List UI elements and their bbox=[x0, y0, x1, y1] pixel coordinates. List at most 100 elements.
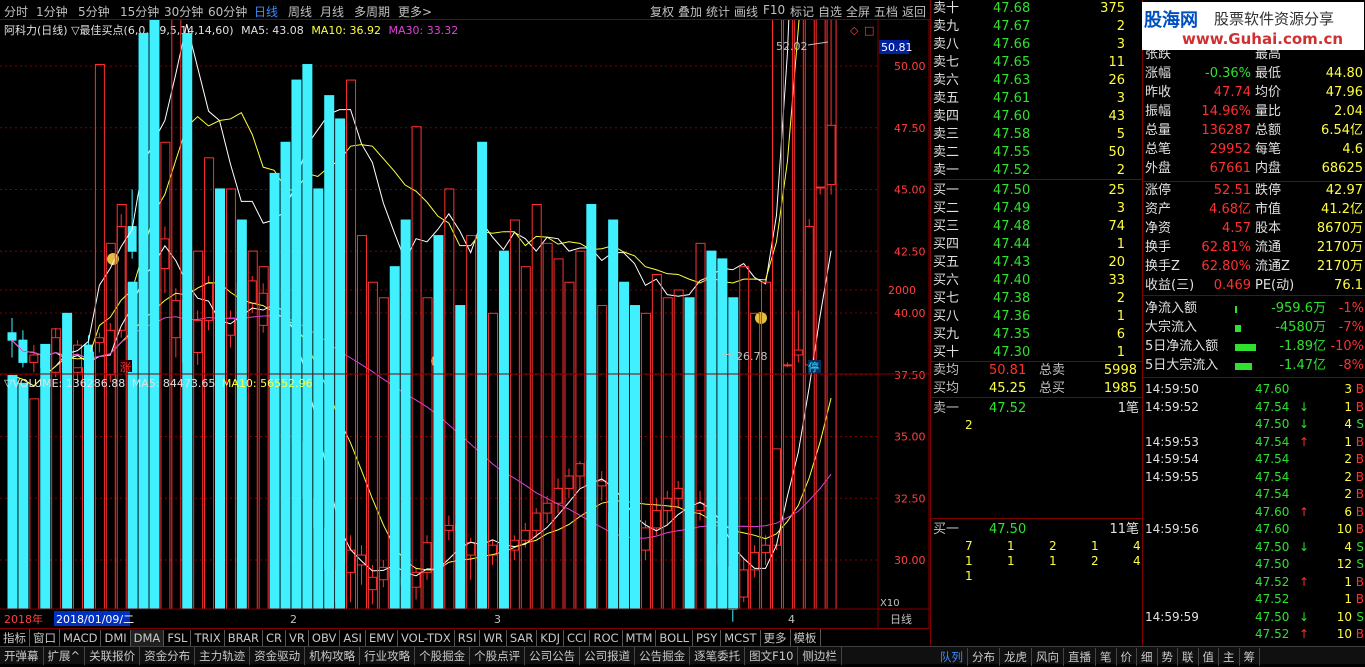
tool-fullscreen[interactable]: 全屏 bbox=[846, 3, 870, 20]
tool-overlay[interactable]: 叠加 bbox=[678, 3, 702, 20]
side-tab-6[interactable]: 价 bbox=[1117, 648, 1137, 666]
candle-body bbox=[171, 300, 181, 339]
side-tab-11[interactable]: 主 bbox=[1219, 648, 1240, 666]
period-60min[interactable]: 60分钟 bbox=[208, 3, 247, 20]
bid1-queue: 买一 47.50 11笔 71214111241 bbox=[931, 518, 1143, 646]
indicator-18[interactable]: CCI bbox=[564, 630, 591, 646]
side-tab-7[interactable]: 细 bbox=[1137, 648, 1158, 666]
tool-draw[interactable]: 画线 bbox=[734, 3, 758, 20]
tick-side-13: S bbox=[1356, 609, 1364, 624]
bid1-order: 1 bbox=[965, 554, 973, 568]
bottom-tab-13[interactable]: 逐笔委托 bbox=[690, 647, 746, 665]
indicator-19[interactable]: ROC bbox=[590, 630, 623, 646]
indicator-23[interactable]: MCST bbox=[721, 630, 761, 646]
bottom-tab-14[interactable]: 图文F10 bbox=[745, 647, 799, 665]
bottom-tab-8[interactable]: 个股掘金 bbox=[415, 647, 471, 665]
candle-body bbox=[531, 512, 541, 531]
indicator-17[interactable]: KDJ bbox=[537, 630, 565, 646]
asks-vol-5: 3 bbox=[1116, 91, 1125, 106]
indicator-20[interactable]: MTM bbox=[623, 630, 657, 646]
indicator-21[interactable]: BOLL bbox=[656, 630, 693, 646]
bottom-tab-15[interactable]: 侧边栏 bbox=[798, 647, 842, 665]
bottom-tab-9[interactable]: 个股点评 bbox=[470, 647, 526, 665]
bottom-tab-10[interactable]: 公司公告 bbox=[525, 647, 581, 665]
side-tab-9[interactable]: 联 bbox=[1178, 648, 1199, 666]
indicator-12[interactable]: EMV bbox=[366, 630, 398, 646]
tool-mark[interactable]: 标记 bbox=[790, 3, 814, 20]
side-tab-1[interactable]: 分布 bbox=[968, 648, 1000, 666]
side-tab-0[interactable]: 队列 bbox=[936, 648, 968, 666]
indicator-7[interactable]: BRAR bbox=[225, 630, 264, 646]
bottom-tab-12[interactable]: 公告掘金 bbox=[635, 647, 691, 665]
indicator-0[interactable]: 指标 bbox=[0, 629, 30, 647]
indicator-22[interactable]: PSY bbox=[693, 630, 722, 646]
tool-stats[interactable]: 统计 bbox=[706, 3, 730, 20]
tick-price-1: 47.54 bbox=[1255, 399, 1290, 414]
price-tick: 47.50 bbox=[894, 122, 926, 135]
indicator-25[interactable]: 模板 bbox=[791, 629, 821, 647]
bottom-tab-1[interactable]: 扩展^ bbox=[44, 647, 86, 665]
tool-watchlist[interactable]: 自选 bbox=[818, 3, 842, 20]
tool-five-levels[interactable]: 五档 bbox=[874, 3, 898, 20]
tool-f10[interactable]: F10 bbox=[763, 3, 785, 17]
indicator-15[interactable]: WR bbox=[480, 630, 507, 646]
tick-arrow-14: ↑ bbox=[1299, 627, 1310, 641]
kline-chart[interactable]: 50.00 47.50 45.00 42.50 40.00 37.50 35.00 32.50… bbox=[0, 20, 930, 628]
indicator-10[interactable]: OBV bbox=[309, 630, 341, 646]
limits-v2-3: 2170万 bbox=[1316, 240, 1363, 255]
bottom-tab-11[interactable]: 公司报道 bbox=[580, 647, 636, 665]
close-icon[interactable]: □ bbox=[864, 24, 874, 37]
current-date: 2018/01/09/二 bbox=[56, 613, 134, 626]
period-5min[interactable]: 5分钟 bbox=[78, 3, 110, 20]
candle-body bbox=[750, 552, 760, 571]
side-tab-2[interactable]: 龙虎 bbox=[1000, 648, 1032, 666]
indicator-8[interactable]: CR bbox=[263, 630, 287, 646]
tick-list[interactable]: 14:59:50 47.60 3 B 14:59:52 47.54 ↓ 1 B 47.50 ↓ 4 S 1… bbox=[1143, 380, 1365, 646]
bottom-tab-3[interactable]: 资金分布 bbox=[140, 647, 196, 665]
indicator-16[interactable]: SAR bbox=[507, 630, 538, 646]
indicator-3[interactable]: DMI bbox=[101, 630, 131, 646]
period-fenshi[interactable]: 分时 bbox=[4, 3, 28, 20]
candle-body bbox=[673, 487, 683, 499]
bottom-tab-7[interactable]: 行业攻略 bbox=[360, 647, 416, 665]
side-tab-8[interactable]: 势 bbox=[1158, 648, 1178, 666]
bottom-tab-5[interactable]: 资金驱动 bbox=[250, 647, 306, 665]
period-weekly[interactable]: 周线 bbox=[288, 3, 312, 20]
bottom-tab-0[interactable]: 开弹幕 bbox=[0, 647, 44, 665]
bottom-tab-4[interactable]: 主力轨迹 bbox=[195, 647, 251, 665]
bottom-tab-6[interactable]: 机构攻略 bbox=[305, 647, 361, 665]
candle-body bbox=[160, 238, 170, 270]
tool-back[interactable]: 返回 bbox=[902, 3, 926, 20]
period-1min[interactable]: 1分钟 bbox=[36, 3, 68, 20]
indicator-24[interactable]: 更多 bbox=[761, 629, 791, 647]
side-tab-12[interactable]: 筹 bbox=[1240, 648, 1260, 666]
logo-text2: 股票软件资源分享 bbox=[1214, 10, 1335, 28]
diamond-icon[interactable]: ◇ bbox=[850, 24, 859, 37]
indicator-2[interactable]: MACD bbox=[60, 630, 102, 646]
side-tab-5[interactable]: 笔 bbox=[1096, 648, 1117, 666]
indicator-6[interactable]: TRIX bbox=[191, 630, 225, 646]
indicator-13[interactable]: VOL-TDX bbox=[398, 630, 455, 646]
period-30min[interactable]: 30分钟 bbox=[164, 3, 203, 20]
indicator-5[interactable]: FSL bbox=[164, 630, 192, 646]
side-tab-4[interactable]: 直播 bbox=[1064, 648, 1096, 666]
logo-text1: 股海网 bbox=[1144, 10, 1198, 31]
candle-body bbox=[575, 463, 585, 477]
period-multi[interactable]: 多周期 bbox=[354, 3, 390, 20]
side-tab-10[interactable]: 值 bbox=[1199, 648, 1219, 666]
bottom-tab-2[interactable]: 关联报价 bbox=[85, 647, 141, 665]
indicator-14[interactable]: RSI bbox=[455, 630, 481, 646]
period-daily[interactable]: 日线 bbox=[254, 3, 278, 20]
volume-bar bbox=[706, 250, 717, 610]
indicator-11[interactable]: ASI bbox=[340, 630, 366, 646]
period-more[interactable]: 更多> bbox=[398, 3, 432, 20]
indicator-9[interactable]: VR bbox=[286, 630, 309, 646]
indicator-1[interactable]: 窗口 bbox=[30, 629, 60, 647]
indicator-4[interactable]: DMA bbox=[130, 630, 165, 646]
tool-fuquan[interactable]: 复权 bbox=[650, 3, 674, 20]
flow-bar-3 bbox=[1235, 363, 1252, 370]
side-tab-3[interactable]: 风向 bbox=[1032, 648, 1064, 666]
period-15min[interactable]: 15分钟 bbox=[120, 3, 159, 20]
period-monthly[interactable]: 月线 bbox=[320, 3, 344, 20]
volume-bar bbox=[105, 242, 116, 610]
